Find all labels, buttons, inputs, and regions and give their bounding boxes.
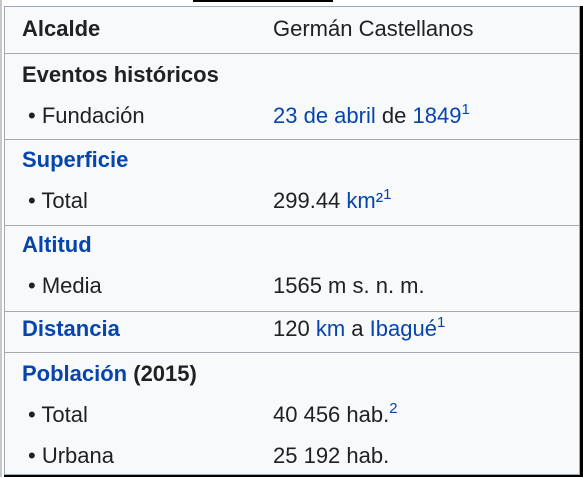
poblacion-reference[interactable]: 2 [389, 400, 397, 417]
eventos-historicos-header: Eventos históricos [22, 62, 219, 87]
distancia-connector: a [351, 316, 364, 341]
fundacion-label: • Fundación [28, 103, 145, 128]
left-edge-line [0, 0, 2, 477]
poblacion-urbana-value: 25 192 hab. [273, 443, 390, 468]
fundacion-date-link[interactable]: 23 de abril [273, 103, 376, 128]
km-unit-link[interactable]: km [316, 316, 345, 341]
superficie-reference[interactable]: 1 [383, 186, 391, 203]
alcalde-value: Germán Castellanos [273, 16, 474, 41]
altitud-media-value: 1565 m s. n. m. [273, 273, 425, 298]
poblacion-total-number: 40 456 hab. [273, 402, 390, 427]
row-separator [5, 225, 579, 226]
altitud-header-link[interactable]: Altitud [22, 232, 92, 258]
ibague-link[interactable]: Ibagué [370, 316, 437, 341]
infobox-screenshot: Alcalde Germán Castellanos Eventos histó… [0, 0, 583, 477]
distancia-reference[interactable]: 1 [437, 314, 445, 331]
distancia-number: 120 [273, 316, 310, 341]
row-separator [5, 53, 579, 54]
alcalde-label: Alcalde [22, 16, 101, 41]
distancia-value: 120 km a Ibagué1 [273, 314, 445, 342]
poblacion-year: (2015) [133, 361, 197, 386]
row-separator [5, 352, 579, 353]
poblacion-header: Población (2015) [22, 361, 197, 387]
poblacion-total-value: 40 456 hab.2 [273, 400, 398, 428]
superficie-total-label: • Total [28, 188, 88, 213]
fundacion-reference[interactable]: 1 [461, 101, 469, 118]
row-separator [5, 311, 579, 312]
poblacion-header-link[interactable]: Población [22, 361, 127, 386]
top-divider [193, 0, 333, 2]
poblacion-urbana-label: • Urbana [28, 443, 114, 468]
superficie-header-link[interactable]: Superficie [22, 147, 128, 173]
row-separator [5, 139, 579, 140]
superficie-number: 299.44 [273, 188, 341, 213]
distancia-header-link[interactable]: Distancia [22, 316, 120, 342]
altitud-media-label: • Media [28, 273, 102, 298]
fundacion-year-link[interactable]: 1849 [412, 103, 461, 128]
km2-unit-link[interactable]: km² [346, 188, 383, 213]
poblacion-total-label: • Total [28, 402, 88, 427]
fundacion-connector: de [381, 103, 407, 128]
fundacion-value: 23 de abril de 18491 [273, 101, 470, 129]
superficie-total-value: 299.44 km²1 [273, 186, 391, 214]
